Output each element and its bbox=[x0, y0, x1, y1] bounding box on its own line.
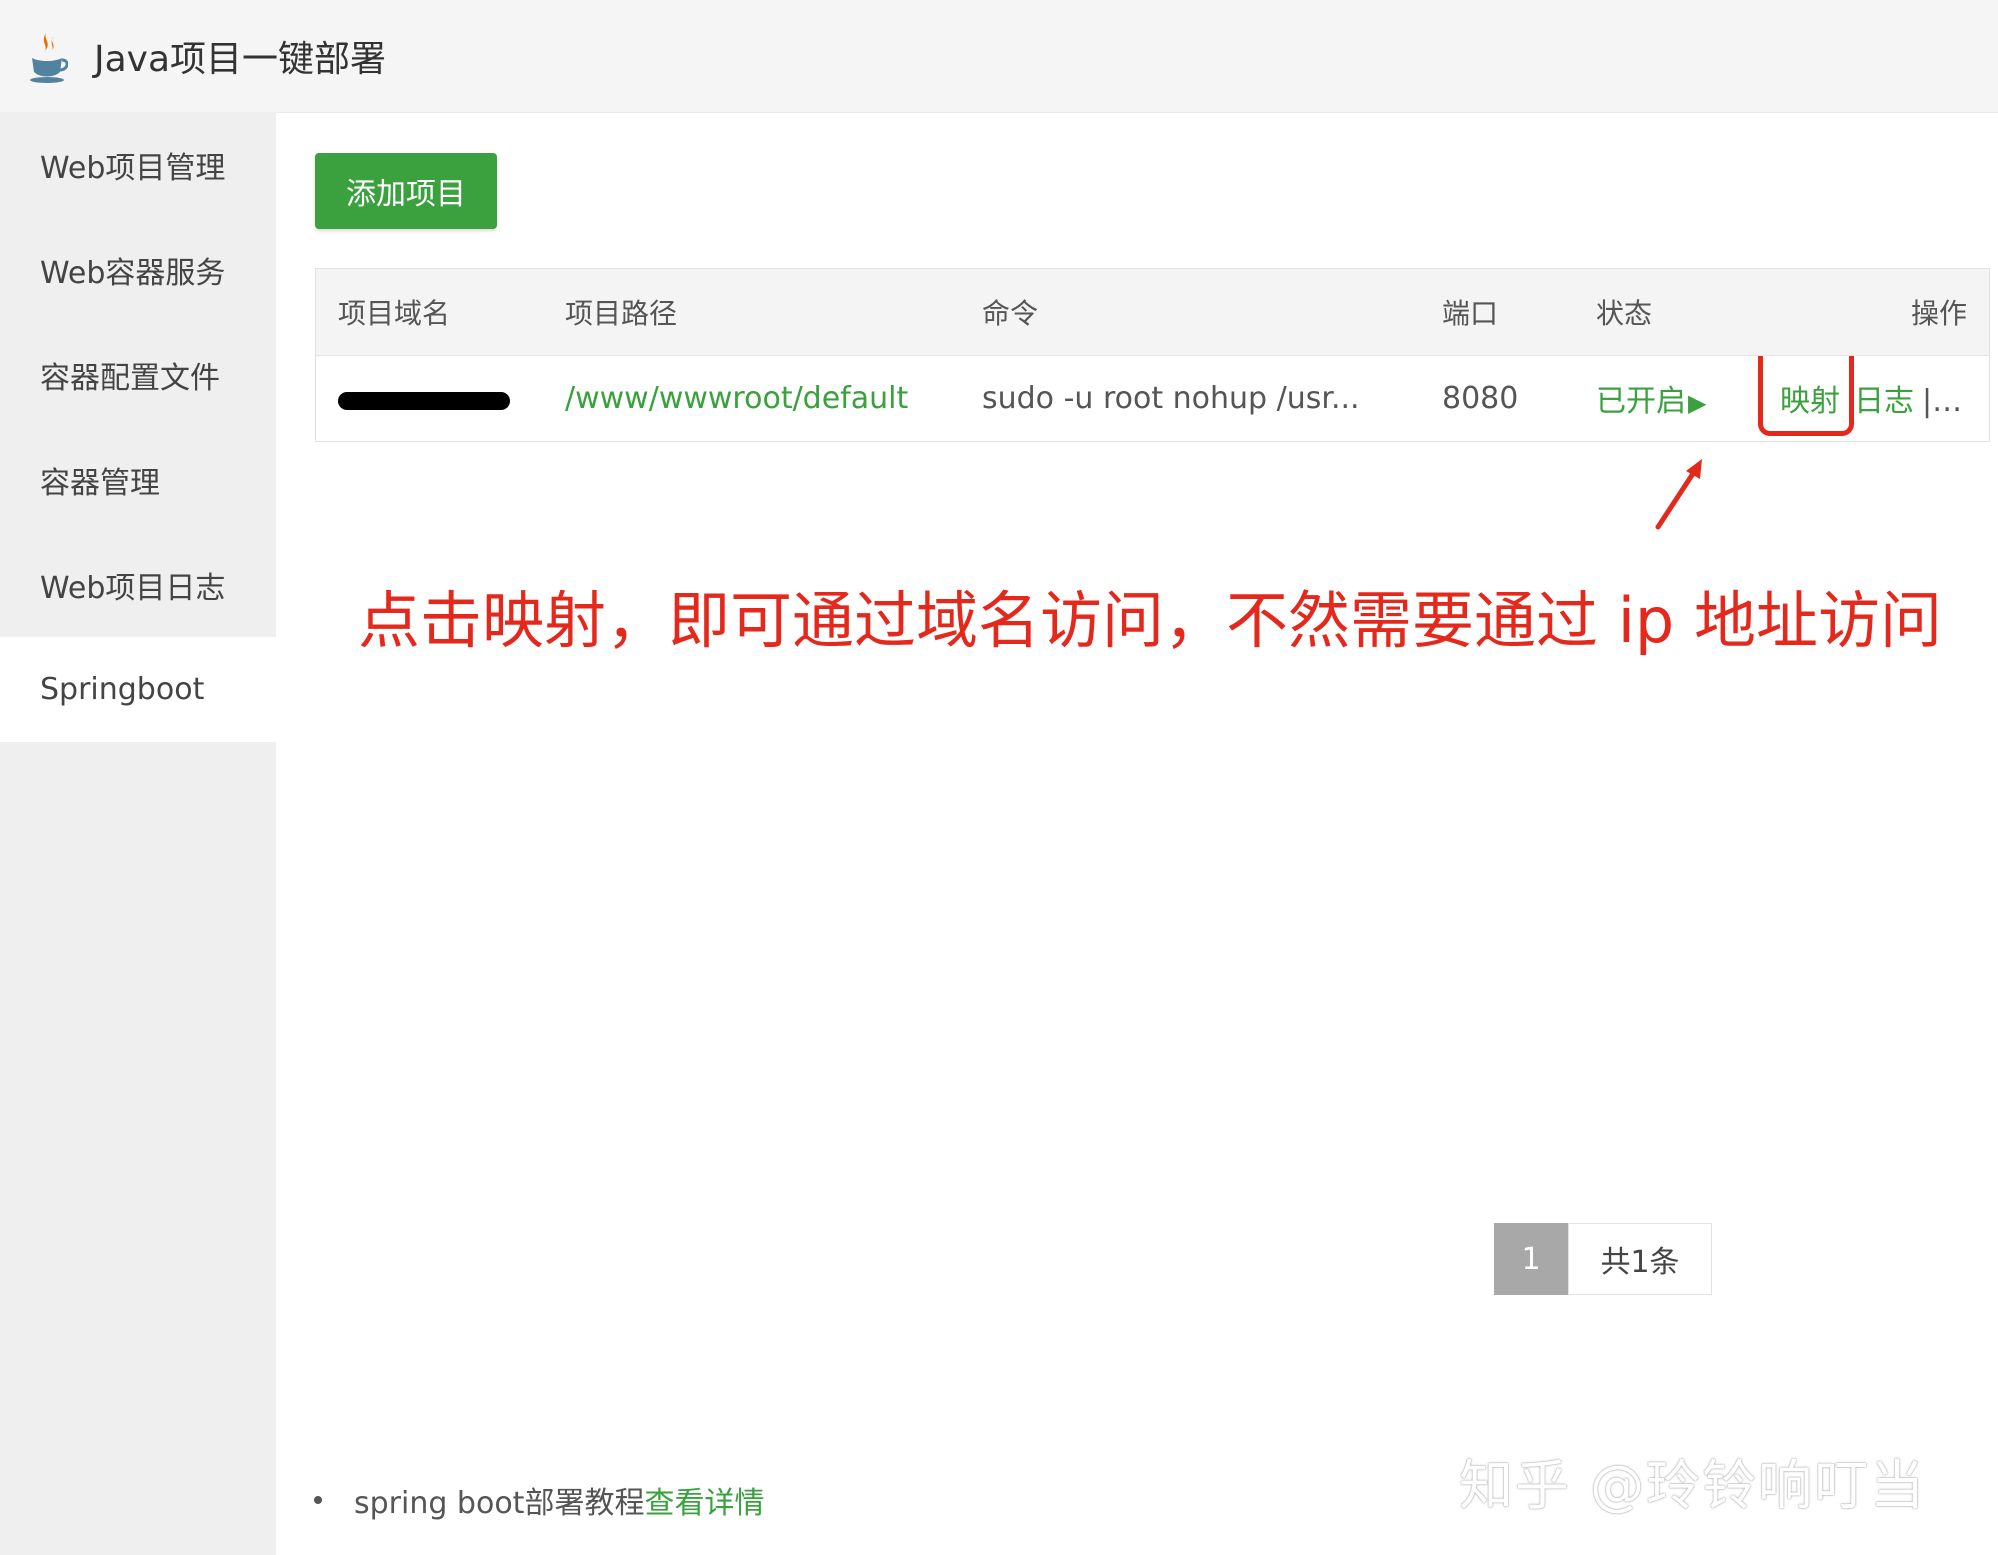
status-text: 已开启 bbox=[1596, 384, 1686, 420]
sidebar-item-label: 容器配置文件 bbox=[40, 360, 220, 396]
sidebar-item-web-project-manage[interactable]: Web项目管理 bbox=[0, 112, 276, 217]
footer-note: spring boot部署教程 查看详情 bbox=[314, 1478, 764, 1522]
cell-ops: 映射 日志|删除 bbox=[1758, 355, 1989, 441]
log-link[interactable]: 日志 bbox=[1854, 384, 1914, 419]
cell-domain bbox=[316, 355, 543, 441]
play-icon[interactable]: ▶ bbox=[1688, 389, 1706, 417]
table-row: /www/wwwroot/default sudo -u root nohup … bbox=[316, 355, 1989, 441]
map-wrap: 映射 bbox=[1758, 355, 1854, 437]
header-path: 项目路径 bbox=[565, 296, 678, 330]
sidebar-item-label: 容器管理 bbox=[40, 465, 160, 501]
sidebar-item-label: Web容器服务 bbox=[40, 255, 226, 291]
header-command: 命令 bbox=[982, 296, 1039, 330]
sidebar-item-container-config[interactable]: 容器配置文件 bbox=[0, 322, 276, 427]
arrow-icon bbox=[1655, 459, 1702, 530]
sidebar-item-springboot[interactable]: Springboot bbox=[0, 637, 276, 742]
app-window: Java项目一键部署 Web项目管理 Web容器服务 容器配置文件 容器管理 W… bbox=[0, 0, 1998, 1555]
add-project-button[interactable]: 添加项目 bbox=[315, 153, 497, 229]
sidebar-item-web-container-service[interactable]: Web容器服务 bbox=[0, 217, 276, 322]
map-link[interactable]: 映射 bbox=[1780, 384, 1840, 419]
app-title: Java项目一键部署 bbox=[94, 39, 387, 80]
sidebar-item-web-project-log[interactable]: Web项目日志 bbox=[0, 532, 276, 637]
header-ops: 操作 bbox=[1910, 296, 1967, 330]
sidebar-item-label: Springboot bbox=[40, 672, 205, 707]
header-domain: 项目域名 bbox=[338, 296, 451, 330]
cell-command: sudo -u root nohup /usr... bbox=[982, 380, 1360, 416]
footer-text: spring boot部署教程 bbox=[354, 1486, 645, 1521]
sidebar: Web项目管理 Web容器服务 容器配置文件 容器管理 Web项目日志 Spri… bbox=[0, 112, 276, 1555]
cell-port: 8080 bbox=[1442, 380, 1519, 416]
main-content: 添加项目 项目域名 项目路径 命令 端口 状态 操作 /www/wwwroot/… bbox=[276, 112, 1998, 1555]
header-port: 端口 bbox=[1442, 296, 1499, 330]
sidebar-item-container-manage[interactable]: 容器管理 bbox=[0, 427, 276, 532]
header-status: 状态 bbox=[1596, 296, 1653, 330]
footer-detail-link[interactable]: 查看详情 bbox=[644, 1478, 764, 1522]
title-bar: Java项目一键部署 bbox=[0, 0, 1998, 113]
pagination: 1 共1条 bbox=[1494, 1223, 1712, 1295]
java-cup-icon bbox=[30, 30, 68, 83]
project-path-link[interactable]: /www/wwwroot/default bbox=[565, 381, 908, 416]
sidebar-item-label: Web项目管理 bbox=[40, 150, 226, 186]
redacted-domain bbox=[338, 392, 510, 411]
cell-status: 已开启▶ bbox=[1574, 355, 1758, 441]
project-table: 项目域名 项目路径 命令 端口 状态 操作 /www/wwwroot/defau… bbox=[315, 268, 1990, 442]
page-total: 共1条 bbox=[1568, 1223, 1712, 1295]
annotation-text: 点击映射，即可通过域名访问，不然需要通过 ip 地址访问 bbox=[358, 584, 1942, 657]
bullet-icon bbox=[314, 1496, 322, 1504]
page-current-button[interactable]: 1 bbox=[1494, 1223, 1568, 1295]
ops-separator: | bbox=[1922, 384, 1933, 420]
table-header-row: 项目域名 项目路径 命令 端口 状态 操作 bbox=[316, 269, 1989, 355]
cell-path: /www/wwwroot/default bbox=[543, 355, 960, 441]
sidebar-item-label: Web项目日志 bbox=[40, 570, 226, 606]
